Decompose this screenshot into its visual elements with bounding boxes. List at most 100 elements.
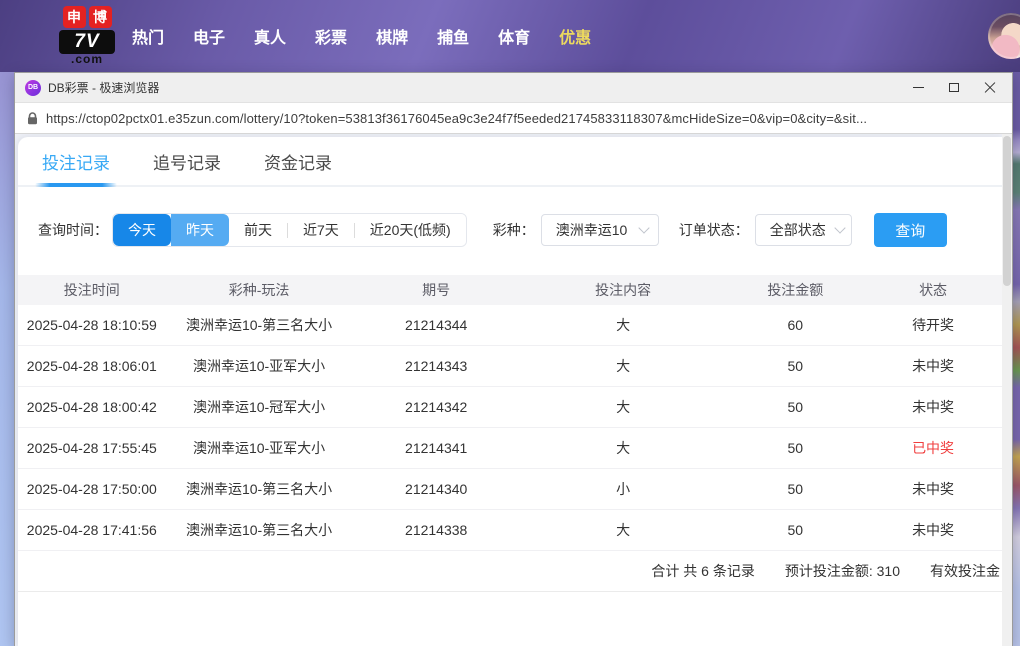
cell-issue: 21214341 bbox=[405, 440, 468, 456]
cell-game: 澳洲幸运10-亚军大小 bbox=[192, 358, 326, 374]
cell-game: 澳洲幸运10-第三名大小 bbox=[185, 481, 333, 497]
minimize-icon bbox=[912, 87, 924, 88]
table-row[interactable]: 2025-04-28 17:50:00 澳洲幸运10-第三名大小 21214340 小… bbox=[18, 469, 1002, 510]
logo-7v: 7V bbox=[59, 30, 115, 54]
site-logo[interactable]: 申 博 7V .com bbox=[58, 6, 116, 66]
nav-item-电子[interactable]: 电子 bbox=[193, 24, 225, 48]
time-option-昨天[interactable]: 昨天 bbox=[171, 214, 229, 246]
header-cell-6: 状态 bbox=[919, 282, 948, 298]
nav-item-捕鱼[interactable]: 捕鱼 bbox=[437, 24, 469, 48]
vertical-scrollbar[interactable] bbox=[1002, 134, 1012, 646]
nav-item-真人[interactable]: 真人 bbox=[254, 24, 286, 48]
nav-item-棋牌[interactable]: 棋牌 bbox=[376, 24, 408, 48]
window-title: DB彩票 - 极速浏览器 bbox=[48, 81, 160, 95]
table-summary: 合计 共 6 条记录 预计投注金额: 310 有效投注金 bbox=[18, 551, 1002, 592]
cell-issue: 21214344 bbox=[405, 317, 468, 333]
logo-tile-2: 博 bbox=[88, 6, 112, 28]
minimize-button[interactable] bbox=[900, 73, 936, 102]
address-bar[interactable]: https://ctop02pctx01.e35zun.com/lottery/… bbox=[15, 102, 1012, 134]
cell-content: 大 bbox=[616, 358, 631, 374]
cell-time: 2025-04-28 17:41:56 bbox=[26, 522, 157, 538]
table-row[interactable]: 2025-04-28 17:55:45 澳洲幸运10-亚军大小 21214341 大 5… bbox=[18, 428, 1002, 469]
header-cell-3: 期号 bbox=[422, 282, 451, 298]
cell-status: 未中奖 bbox=[912, 481, 955, 497]
time-filter-label: 查询时间： bbox=[38, 222, 108, 238]
tab-资金记录[interactable]: 资金记录 bbox=[264, 137, 332, 185]
url-text[interactable]: https://ctop02pctx01.e35zun.com/lottery/… bbox=[46, 111, 867, 126]
cell-issue: 21214343 bbox=[405, 358, 468, 374]
cell-amount: 50 bbox=[787, 399, 804, 415]
browser-window: DB DB彩票 - 极速浏览器 https://ctop02pctx01.e35… bbox=[14, 72, 1013, 646]
summary-total: 合计 共 6 条记录 bbox=[651, 563, 755, 579]
cell-content: 大 bbox=[616, 440, 631, 456]
active-tab-underline bbox=[35, 183, 117, 187]
cell-game: 澳洲幸运10-冠军大小 bbox=[192, 399, 326, 415]
time-filter-group: 今天 昨天 前天 近7天 近20天(低频) bbox=[112, 213, 467, 247]
status-filter-label: 订单状态： bbox=[678, 222, 749, 238]
cell-content: 大 bbox=[616, 522, 631, 538]
header-cell-4: 投注内容 bbox=[595, 282, 652, 298]
lock-icon bbox=[27, 111, 38, 125]
filter-row: 查询时间： 今天 昨天 前天 近7天 近20天(低频) 彩种： 澳洲幸运10 订单状态：… bbox=[18, 213, 1002, 247]
close-button[interactable] bbox=[972, 73, 1008, 102]
nav-item-体育[interactable]: 体育 bbox=[498, 24, 530, 48]
cell-game: 澳洲幸运10-亚军大小 bbox=[192, 440, 326, 456]
maximize-button[interactable] bbox=[936, 73, 972, 102]
time-option-近7天[interactable]: 近7天 bbox=[288, 214, 354, 246]
table-row[interactable]: 2025-04-28 18:00:42 澳洲幸运10-冠军大小 21214342 大 5… bbox=[18, 387, 1002, 428]
header-cell-1: 投注时间 bbox=[63, 282, 120, 298]
order-status-select[interactable]: 全部状态 bbox=[754, 214, 852, 246]
page-content: 投注记录 追号记录 资金记录 查询时间： 今天 昨天 前天 近7天 近20天(低频) 彩种：… bbox=[15, 134, 1012, 646]
cell-amount: 60 bbox=[787, 317, 804, 333]
cell-status: 未中奖 bbox=[912, 522, 955, 538]
tab-投注记录[interactable]: 投注记录 bbox=[35, 137, 117, 187]
cell-amount: 50 bbox=[787, 358, 804, 374]
time-option-今天[interactable]: 今天 bbox=[113, 214, 171, 246]
cell-time: 2025-04-28 18:00:42 bbox=[26, 399, 157, 415]
table-row[interactable]: 2025-04-28 18:10:59 澳洲幸运10-第三名大小 21214344 大… bbox=[18, 305, 1002, 346]
window-controls bbox=[900, 73, 1008, 102]
cell-status: 待开奖 bbox=[912, 317, 955, 333]
cell-amount: 50 bbox=[787, 440, 804, 456]
cell-time: 2025-04-28 17:55:45 bbox=[26, 440, 157, 456]
background-page-edge bbox=[1013, 72, 1020, 646]
order-status-select-value: 全部状态 bbox=[769, 222, 826, 238]
records-card: 投注记录 追号记录 资金记录 查询时间： 今天 昨天 前天 近7天 近20天(低频) 彩种：… bbox=[18, 137, 1002, 646]
header-cell-5: 投注金额 bbox=[767, 282, 824, 298]
cell-status: 已中奖 bbox=[912, 440, 955, 456]
cell-content: 小 bbox=[616, 481, 631, 497]
cell-status: 未中奖 bbox=[912, 358, 955, 374]
table-row[interactable]: 2025-04-28 17:41:56 澳洲幸运10-第三名大小 21214338 大… bbox=[18, 510, 1002, 551]
table-header: 投注时间 彩种-玩法 期号 投注内容 投注金额 状态 bbox=[18, 275, 1002, 305]
cell-time: 2025-04-28 17:50:00 bbox=[26, 481, 157, 497]
record-tabs: 投注记录 追号记录 资金记录 bbox=[18, 137, 1002, 187]
cell-content: 大 bbox=[616, 317, 631, 333]
header-cell-2: 彩种-玩法 bbox=[228, 282, 290, 298]
window-titlebar[interactable]: DB DB彩票 - 极速浏览器 bbox=[15, 73, 1012, 102]
cell-issue: 21214338 bbox=[405, 522, 468, 538]
nav-item-优惠[interactable]: 优惠 bbox=[559, 24, 591, 48]
cell-time: 2025-04-28 18:06:01 bbox=[26, 358, 157, 374]
tab-追号记录[interactable]: 追号记录 bbox=[153, 137, 221, 185]
user-avatar[interactable] bbox=[988, 13, 1020, 59]
table-row[interactable]: 2025-04-28 18:06:01 澳洲幸运10-亚军大小 21214343 大 5… bbox=[18, 346, 1002, 387]
cell-issue: 21214342 bbox=[405, 399, 468, 415]
cell-time: 2025-04-28 18:10:59 bbox=[26, 317, 157, 333]
cell-amount: 50 bbox=[787, 481, 804, 497]
time-option-近20天(低频)[interactable]: 近20天(低频) bbox=[354, 214, 466, 246]
chevron-down-icon bbox=[834, 222, 846, 234]
summary-expected-amount: 预计投注金额: 310 bbox=[784, 563, 900, 579]
lottery-select-value: 澳洲幸运10 bbox=[555, 222, 628, 238]
cell-game: 澳洲幸运10-第三名大小 bbox=[185, 317, 333, 333]
time-option-前天[interactable]: 前天 bbox=[229, 214, 287, 246]
nav-item-彩票[interactable]: 彩票 bbox=[315, 24, 347, 48]
lottery-filter-label: 彩种： bbox=[492, 222, 535, 238]
close-icon bbox=[984, 82, 996, 94]
lottery-select[interactable]: 澳洲幸运10 bbox=[540, 214, 659, 246]
cell-game: 澳洲幸运10-第三名大小 bbox=[185, 522, 333, 538]
scrollbar-thumb[interactable] bbox=[1003, 136, 1011, 286]
nav-item-热门[interactable]: 热门 bbox=[132, 24, 164, 48]
query-button[interactable]: 查询 bbox=[873, 213, 947, 247]
cell-status: 未中奖 bbox=[912, 399, 955, 415]
site-nav-items: 热门 电子 真人 彩票 棋牌 捕鱼 体育 优惠 bbox=[132, 24, 591, 48]
